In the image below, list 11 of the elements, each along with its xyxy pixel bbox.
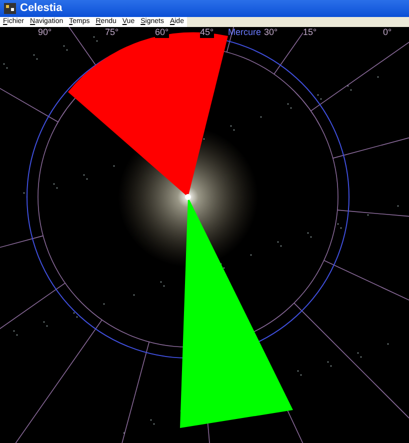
- app-icon: [4, 3, 16, 14]
- object-label: Mercure: [228, 27, 262, 38]
- scale-label: 90°: [38, 27, 52, 38]
- window-title: Celestia: [20, 1, 62, 16]
- sun: [185, 194, 191, 200]
- scale-label: 30°: [264, 27, 278, 38]
- scale-label: 45°: [200, 27, 214, 38]
- scale-label: 60°: [155, 27, 169, 38]
- scale-label: 15°: [303, 27, 317, 38]
- scale-label: 0°: [383, 27, 392, 38]
- scale-label: 75°: [105, 27, 119, 38]
